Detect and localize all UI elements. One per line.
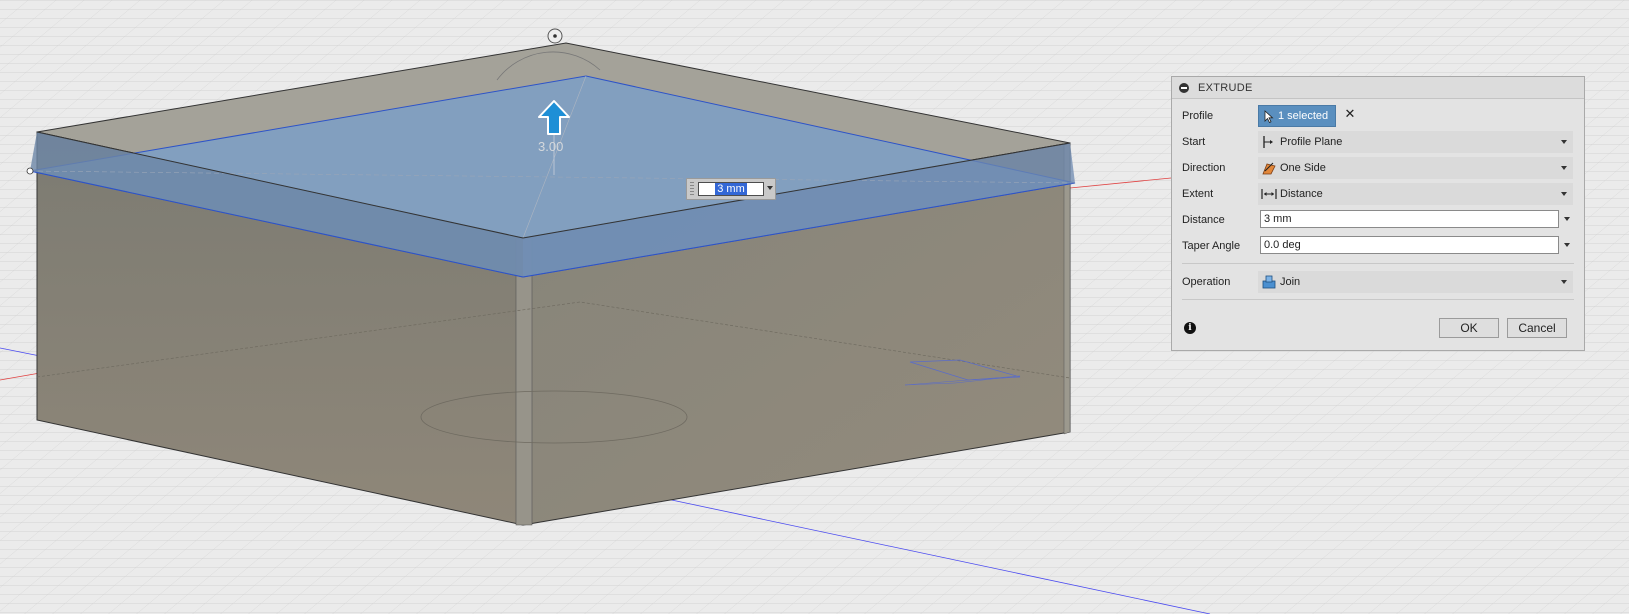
start-value: Profile Plane [1280, 136, 1343, 148]
direction-dropdown[interactable]: One Side [1258, 157, 1573, 179]
distance-label: Distance [1182, 214, 1225, 226]
start-label: Start [1182, 136, 1206, 148]
operation-value: Join [1280, 276, 1301, 288]
taper-angle-label: Taper Angle [1182, 240, 1241, 252]
chevron-down-icon [1561, 280, 1567, 284]
extent-label: Extent [1182, 188, 1214, 200]
extent-value: Distance [1280, 188, 1323, 200]
dialog-title-bar[interactable]: EXTRUDE [1172, 77, 1584, 99]
distance-field[interactable]: 3 mm [1260, 210, 1559, 228]
info-icon[interactable]: i [1184, 322, 1196, 334]
divider [1182, 299, 1574, 300]
distance-manipulator-input[interactable]: 3 mm [686, 178, 776, 200]
chevron-down-icon[interactable] [1564, 217, 1570, 221]
profile-plane-icon [1263, 136, 1273, 148]
extrude-dialog: EXTRUDE Profile 1 selected ✕ Start Profi… [1171, 76, 1585, 351]
one-side-icon [1262, 162, 1276, 175]
profile-label: Profile [1182, 110, 1214, 122]
clear-selection-icon[interactable]: ✕ [1344, 107, 1356, 120]
operation-label: Operation [1182, 276, 1231, 288]
chevron-down-icon [1561, 140, 1567, 144]
chevron-down-icon[interactable] [767, 186, 773, 190]
operation-row: Operation Join [1172, 269, 1584, 295]
profile-row: Profile 1 selected ✕ [1172, 103, 1584, 129]
join-icon [1262, 275, 1276, 289]
dialog-footer: i OK Cancel [1172, 305, 1584, 351]
profile-selection-button[interactable]: 1 selected [1258, 105, 1336, 127]
drag-grip-icon[interactable] [690, 182, 694, 196]
chevron-down-icon [1561, 166, 1567, 170]
dialog-title: EXTRUDE [1198, 82, 1253, 94]
distance-manipulator-value: 3 mm [715, 183, 747, 195]
profile-selection-value: 1 selected [1278, 110, 1329, 122]
collapse-icon[interactable] [1179, 83, 1189, 93]
direction-row: Direction One Side [1172, 155, 1584, 181]
start-row: Start Profile Plane [1172, 129, 1584, 155]
distance-icon [1261, 189, 1277, 199]
taper-angle-field[interactable]: 0.0 deg [1260, 236, 1559, 254]
dimension-label: 3.00 [538, 139, 564, 154]
distance-manipulator-field[interactable]: 3 mm [698, 182, 764, 196]
taper-angle-row: Taper Angle 0.0 deg [1172, 233, 1584, 259]
ok-button[interactable]: OK [1439, 318, 1499, 338]
direction-label: Direction [1182, 162, 1226, 174]
start-dropdown[interactable]: Profile Plane [1258, 131, 1573, 153]
divider [1182, 263, 1574, 264]
chevron-down-icon[interactable] [1564, 243, 1570, 247]
extent-row: Extent Distance [1172, 181, 1584, 207]
cancel-button[interactable]: Cancel [1507, 318, 1567, 338]
direction-value: One Side [1280, 162, 1326, 174]
extent-dropdown[interactable]: Distance [1258, 183, 1573, 205]
operation-dropdown[interactable]: Join [1258, 271, 1573, 293]
distance-row: Distance 3 mm [1172, 207, 1584, 233]
cursor-arrow-icon [1264, 110, 1274, 123]
chevron-down-icon [1561, 192, 1567, 196]
